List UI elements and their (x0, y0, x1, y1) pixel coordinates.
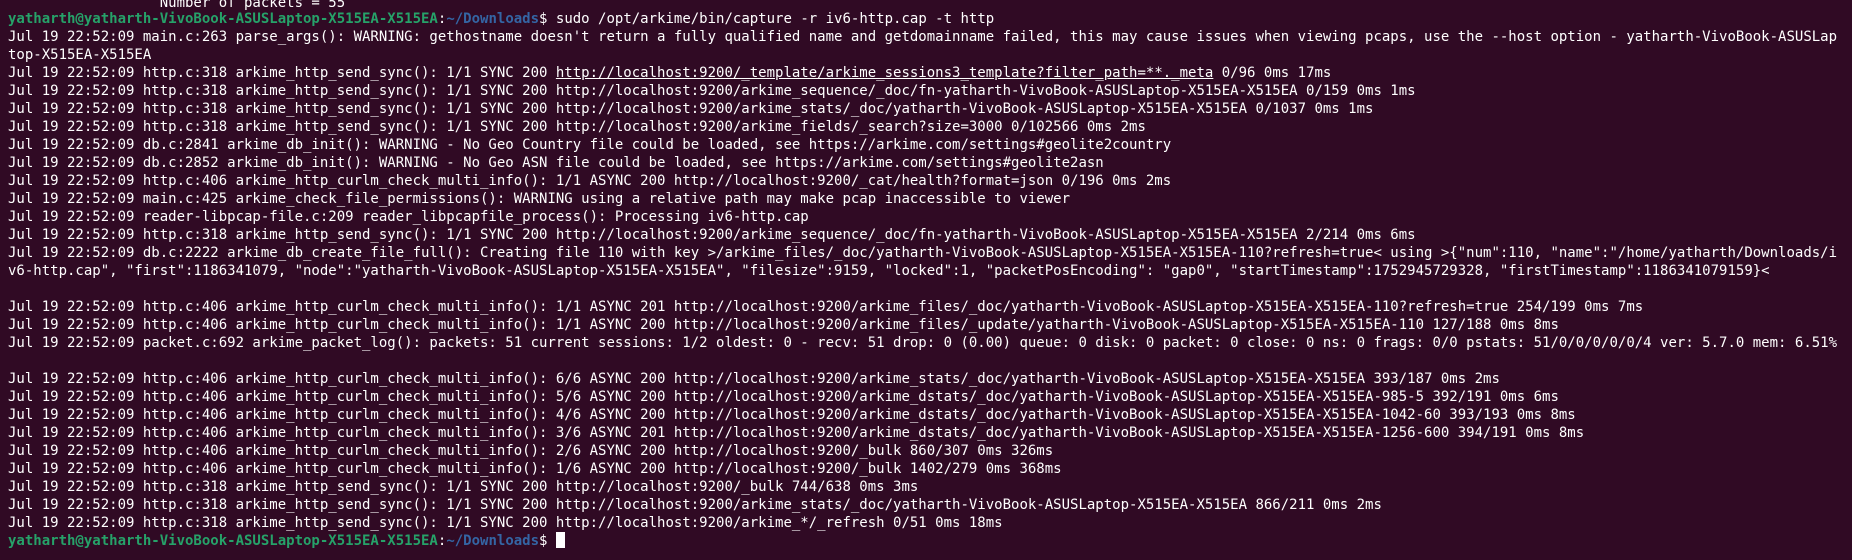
log-line: Jul 19 22:52:09 http.c:318 arkime_http_s… (8, 515, 1003, 531)
log-line: Jul 19 22:52:09 packet.c:692 arkime_pack… (8, 335, 1838, 351)
text-cursor[interactable] (555, 532, 565, 548)
log-line: Jul 19 22:52:09 http.c:406 arkime_http_c… (8, 461, 1062, 477)
log-line: Jul 19 22:52:09 main.c:425 arkime_check_… (8, 191, 1071, 207)
log-line: Jul 19 22:52:09 http.c:406 arkime_http_c… (8, 317, 1559, 333)
log-line: Jul 19 22:52:09 http.c:318 arkime_http_s… (8, 101, 1374, 117)
log-line: Jul 19 22:52:09 db.c:2222 arkime_db_crea… (8, 245, 1838, 279)
prompt-user-host: yatharth@yatharth-VivoBook-ASUSLaptop-X5… (8, 533, 438, 549)
log-line: Jul 19 22:52:09 http.c:318 arkime_http_s… (8, 119, 1146, 135)
log-line-suffix: 0/96 0ms 17ms (1213, 65, 1332, 81)
log-line: Jul 19 22:52:09 http.c:318 arkime_http_s… (8, 64, 1844, 82)
log-line: Jul 19 22:52:09 http.c:406 arkime_http_c… (8, 173, 1172, 189)
prompt-user-host: yatharth@yatharth-VivoBook-ASUSLaptop-X5… (8, 11, 438, 27)
command-text: sudo /opt/arkime/bin/capture -r iv6-http… (555, 11, 995, 27)
log-line: Jul 19 22:52:09 http.c:318 arkime_http_s… (8, 497, 1382, 513)
terminal-output: yatharth@yatharth-VivoBook-ASUSLaptop-X5… (8, 10, 1844, 550)
template-link[interactable]: http://localhost:9200/_template/arkime_s… (556, 65, 1213, 81)
log-line: Jul 19 22:52:09 http.c:406 arkime_http_c… (8, 425, 1585, 441)
log-line: Jul 19 22:52:09 http.c:406 arkime_http_c… (8, 299, 1644, 315)
command-prompt-line: yatharth@yatharth-VivoBook-ASUSLaptop-X5… (8, 10, 1844, 28)
log-line: Jul 19 22:52:09 http.c:406 arkime_http_c… (8, 443, 1054, 459)
prompt-dollar: $ (539, 533, 556, 549)
prompt-cwd: ~/Downloads (446, 11, 540, 27)
log-line: Jul 19 22:52:09 http.c:406 arkime_http_c… (8, 407, 1576, 423)
log-line: Jul 19 22:52:09 db.c:2852 arkime_db_init… (8, 155, 1104, 171)
prompt-cwd: ~/Downloads (446, 533, 540, 549)
terminal-window[interactable]: Number of packets = 55 yatharth@yatharth… (8, 0, 1844, 560)
log-line: Jul 19 22:52:09 reader-libpcap-file.c:20… (8, 209, 809, 225)
log-line: Jul 19 22:52:09 http.c:318 arkime_http_s… (8, 479, 919, 495)
log-line: Jul 19 22:52:09 db.c:2841 arkime_db_init… (8, 137, 1172, 153)
log-line-prefix: Jul 19 22:52:09 http.c:318 arkime_http_s… (8, 65, 556, 81)
log-line: Jul 19 22:52:09 http.c:406 arkime_http_c… (8, 389, 1559, 405)
command-prompt-line[interactable]: yatharth@yatharth-VivoBook-ASUSLaptop-X5… (8, 532, 1844, 550)
log-line: Jul 19 22:52:09 http.c:318 arkime_http_s… (8, 83, 1416, 99)
log-line: Jul 19 22:52:09 http.c:406 arkime_http_c… (8, 371, 1500, 387)
log-line: Jul 19 22:52:09 http.c:318 arkime_http_s… (8, 227, 1416, 243)
prompt-dollar: $ (539, 11, 556, 27)
log-line: Jul 19 22:52:09 main.c:263 parse_args():… (8, 29, 1838, 63)
